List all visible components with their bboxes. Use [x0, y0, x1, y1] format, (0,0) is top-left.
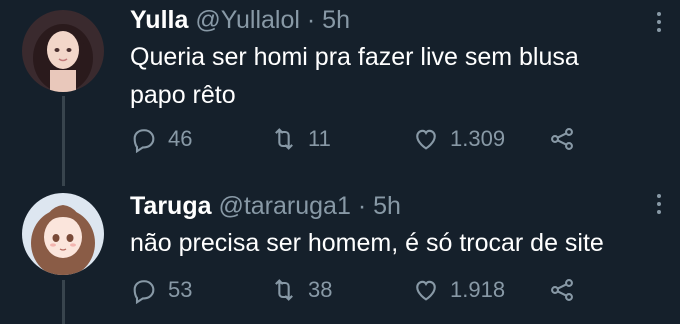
more-icon[interactable] [656, 194, 662, 214]
like-icon [416, 129, 436, 150]
reply-count: 46 [168, 126, 193, 151]
separator-dot: · [306, 6, 316, 34]
author-handle[interactable]: @tararuga1 [218, 192, 350, 220]
author-name[interactable]: Yulla [130, 6, 188, 34]
separator-dot: · [357, 192, 367, 220]
like-count: 1.309 [450, 126, 506, 151]
more-icon[interactable] [656, 12, 662, 32]
avatar[interactable] [22, 10, 104, 92]
retweet-icon [275, 128, 293, 150]
tweet-actions: 53 38 1.918 [130, 276, 610, 308]
share-button[interactable] [548, 125, 576, 153]
share-icon [551, 128, 573, 150]
tweet-text-line: papo rêto [130, 81, 236, 109]
retweet-count: 11 [308, 126, 331, 151]
tweet-text: Queria ser homi pra fazer live sem blusa… [130, 38, 579, 114]
tweet-header: Taruga @tararuga1 · 5h [130, 192, 401, 221]
share-button[interactable] [548, 276, 576, 304]
author-handle[interactable]: @Yullalol [195, 6, 300, 34]
like-icon [416, 280, 436, 301]
retweet-button[interactable]: 38 [270, 276, 332, 304]
reply-button[interactable]: 46 [130, 125, 192, 153]
retweet-button[interactable]: 11 [270, 125, 331, 153]
like-count: 1.918 [450, 277, 506, 302]
retweet-icon [275, 279, 293, 301]
avatar[interactable] [22, 193, 104, 275]
like-button[interactable]: 1.309 [412, 125, 505, 153]
tweet-header: Yulla @Yullalol · 5h [130, 6, 350, 35]
timestamp[interactable]: 5h [373, 192, 401, 220]
reply-count: 53 [168, 277, 193, 302]
tweet-text-line: não precisa ser homem, é só trocar de si… [130, 229, 604, 257]
retweet-count: 38 [308, 277, 333, 302]
share-icon [551, 279, 573, 301]
reply-icon [133, 280, 155, 304]
reply-icon [133, 129, 155, 153]
timestamp[interactable]: 5h [322, 6, 350, 34]
tweet-text-line: Queria ser homi pra fazer live sem blusa [130, 43, 579, 71]
like-button[interactable]: 1.918 [412, 276, 505, 304]
thread-connector-line [62, 280, 65, 324]
tweet-actions: 46 11 1.309 [130, 125, 610, 157]
reply-button[interactable]: 53 [130, 276, 192, 304]
author-name[interactable]: Taruga [130, 192, 212, 220]
tweet-text: não precisa ser homem, é só trocar de si… [130, 224, 604, 262]
